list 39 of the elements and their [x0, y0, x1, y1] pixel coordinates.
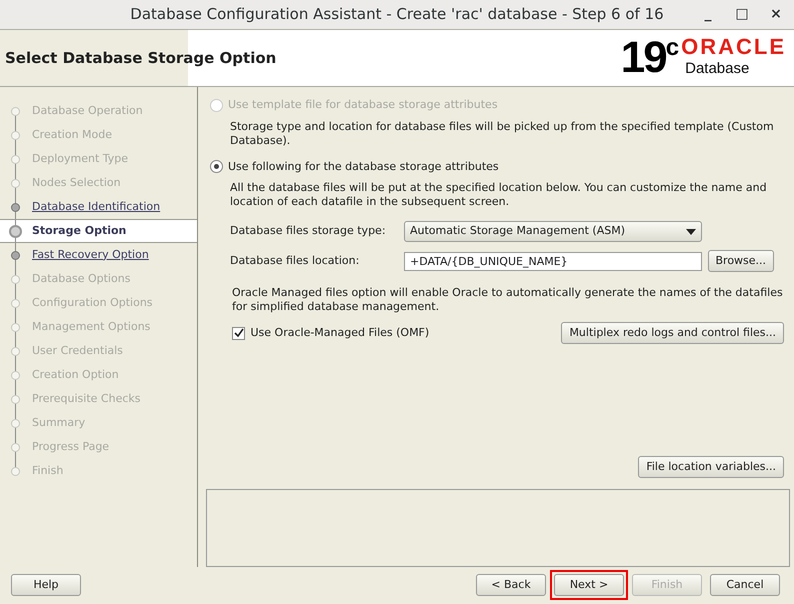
dialog-button[interactable]: < Back	[476, 574, 546, 596]
close-button[interactable]: ×	[764, 4, 788, 25]
field-label: Database files location:	[230, 252, 360, 269]
step-label: Database Operation	[32, 102, 143, 119]
step-label: Summary	[32, 414, 86, 431]
step-label: Nodes Selection	[32, 174, 121, 191]
dialog-button[interactable]: Next >	[554, 574, 624, 596]
step-label: Configuration Options	[32, 294, 153, 311]
dialog-button[interactable]: Help	[11, 574, 81, 596]
step-label: Storage Option	[32, 222, 126, 239]
location-field[interactable]: +DATA/{DB_UNIQUE_NAME}	[404, 252, 702, 270]
radio-button[interactable]	[210, 160, 223, 174]
description-text: All the database files will be put at the specified location below. You can customize the name and location of each datafile in the subsequent screen.	[230, 181, 768, 209]
file-location-button[interactable]: File location variables...	[638, 456, 784, 478]
radio-label[interactable]: Use following for the database storage attributes	[228, 158, 499, 175]
step-label: Creation Mode	[32, 126, 112, 143]
step-label: Creation Option	[32, 366, 119, 383]
step-label[interactable]: Database Identification	[32, 198, 160, 216]
step-label: Management Options	[32, 318, 150, 335]
window-title: Database Configuration Assistant - Create 'rac' database - Step 6 of 16	[130, 4, 664, 26]
checkbox-label[interactable]: Use Oracle-Managed Files (OMF)	[250, 324, 430, 342]
step-label: User Credentials	[32, 342, 123, 359]
step-label: Prerequisite Checks	[32, 390, 140, 407]
step-label: Finish	[32, 462, 64, 479]
step-label[interactable]: Fast Recovery Option	[32, 246, 149, 264]
dialog-button[interactable]: Cancel	[710, 574, 780, 596]
storage-type-dropdown[interactable]: Automatic Storage Management (ASM)	[404, 221, 702, 242]
multiplex-button[interactable]: Multiplex redo logs and control files...	[561, 322, 784, 344]
description-text: Storage type and location for database files will be picked up from the specified template (Custom Database).	[230, 120, 775, 148]
maximize-button[interactable]: □	[730, 4, 754, 25]
step-label: Deployment Type	[32, 150, 128, 167]
step-label: Database Options	[32, 270, 130, 287]
checkbox[interactable]	[232, 326, 245, 340]
step-label: Progress Page	[32, 438, 110, 455]
note-text: Oracle Managed files option will enable Oracle to automatically generate the names of the datafiles for simplified database management.	[232, 286, 784, 314]
browse-button[interactable]: Browse...	[708, 250, 774, 272]
minimize-button[interactable]: _	[696, 4, 720, 25]
field-label: Database files storage type:	[230, 223, 387, 240]
page-title: Select Database Storage Option	[4, 48, 276, 69]
